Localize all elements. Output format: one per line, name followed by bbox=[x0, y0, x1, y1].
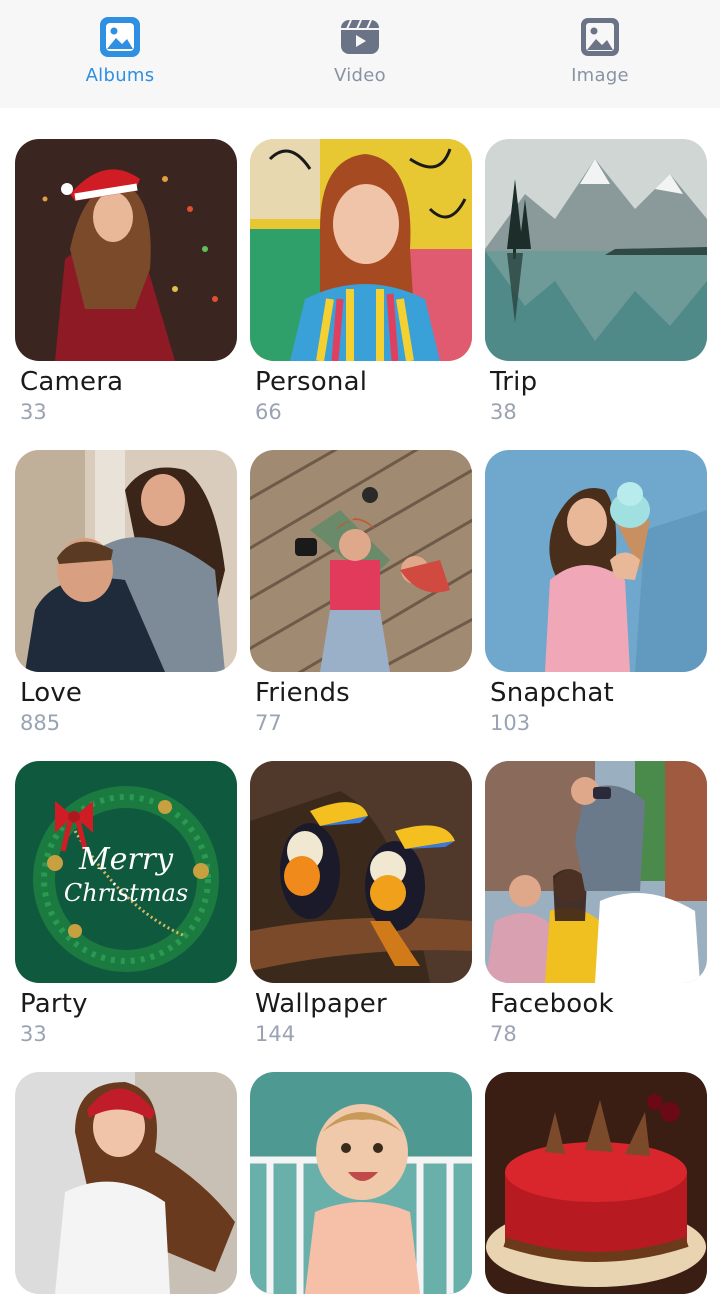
album-card-row4-2[interactable] bbox=[250, 1072, 474, 1294]
album-count: 78 bbox=[490, 1022, 517, 1046]
tab-bar: Albums Video Image bbox=[0, 0, 720, 108]
album-thumbnail[interactable] bbox=[15, 1072, 237, 1294]
album-count: 885 bbox=[20, 711, 61, 735]
album-photo bbox=[15, 450, 237, 672]
album-name: Facebook bbox=[490, 989, 614, 1019]
album-name: Party bbox=[20, 989, 88, 1019]
album-count: 33 bbox=[20, 400, 47, 424]
greeting-line-1: Merry bbox=[78, 842, 174, 877]
album-thumbnail[interactable] bbox=[485, 1072, 707, 1294]
album-thumbnail[interactable] bbox=[250, 450, 472, 672]
album-thumbnail[interactable] bbox=[485, 139, 707, 361]
album-name: Love bbox=[20, 678, 83, 708]
video-icon bbox=[341, 19, 379, 54]
album-photo bbox=[250, 1072, 472, 1294]
album-photo bbox=[485, 761, 707, 983]
album-thumbnail[interactable] bbox=[15, 139, 237, 361]
album-card-camera[interactable]: Camera 33 bbox=[15, 139, 239, 424]
tab-video-label: Video bbox=[334, 65, 386, 86]
album-count: 38 bbox=[490, 400, 517, 424]
album-count: 33 bbox=[20, 1022, 47, 1046]
album-count: 77 bbox=[255, 711, 282, 735]
album-card-party[interactable]: Merry Christmas Party 33 bbox=[15, 761, 239, 1046]
tab-image[interactable]: Image bbox=[480, 0, 720, 108]
album-thumbnail[interactable] bbox=[15, 450, 237, 672]
album-thumbnail[interactable] bbox=[250, 1072, 472, 1294]
album-card-personal[interactable]: Personal 66 bbox=[250, 139, 474, 424]
album-card-snapchat[interactable]: Snapchat 103 bbox=[485, 450, 709, 735]
album-count: 66 bbox=[255, 400, 282, 424]
tab-video[interactable]: Video bbox=[240, 0, 480, 108]
album-thumbnail[interactable] bbox=[250, 139, 472, 361]
album-card-row4-3[interactable] bbox=[485, 1072, 709, 1294]
album-photo bbox=[15, 1072, 237, 1294]
albums-icon bbox=[100, 17, 140, 57]
album-photo bbox=[250, 450, 472, 672]
album-name: Friends bbox=[255, 678, 350, 708]
album-card-wallpaper[interactable]: Wallpaper 144 bbox=[250, 761, 474, 1046]
tab-image-label: Image bbox=[571, 65, 629, 86]
album-photo bbox=[485, 139, 707, 361]
album-photo bbox=[485, 450, 707, 672]
album-photo: Merry Christmas bbox=[15, 761, 237, 983]
album-name: Snapchat bbox=[490, 678, 614, 708]
album-card-facebook[interactable]: Facebook 78 bbox=[485, 761, 709, 1046]
album-thumbnail[interactable] bbox=[485, 450, 707, 672]
album-thumbnail[interactable] bbox=[250, 761, 472, 983]
album-count: 144 bbox=[255, 1022, 296, 1046]
album-name: Wallpaper bbox=[255, 989, 387, 1019]
tab-albums-label: Albums bbox=[85, 65, 155, 86]
album-photo bbox=[250, 761, 472, 983]
greeting-line-2: Christmas bbox=[64, 879, 188, 907]
album-card-friends[interactable]: Friends 77 bbox=[250, 450, 474, 735]
album-name: Personal bbox=[255, 367, 368, 397]
album-name: Camera bbox=[20, 367, 124, 397]
album-name: Trip bbox=[490, 367, 538, 397]
album-card-love[interactable]: Love 885 bbox=[15, 450, 239, 735]
album-photo bbox=[485, 1072, 707, 1294]
album-thumbnail[interactable] bbox=[485, 761, 707, 983]
album-grid: Camera 33 Personal 66 Trip 38 Love 885 F… bbox=[0, 108, 720, 1294]
album-photo bbox=[250, 139, 472, 361]
album-thumbnail[interactable]: Merry Christmas bbox=[15, 761, 237, 983]
album-photo bbox=[15, 139, 237, 361]
tab-albums[interactable]: Albums bbox=[0, 0, 240, 108]
image-icon bbox=[581, 18, 619, 56]
album-card-row4-1[interactable] bbox=[15, 1072, 239, 1294]
album-card-trip[interactable]: Trip 38 bbox=[485, 139, 709, 424]
album-count: 103 bbox=[490, 711, 531, 735]
